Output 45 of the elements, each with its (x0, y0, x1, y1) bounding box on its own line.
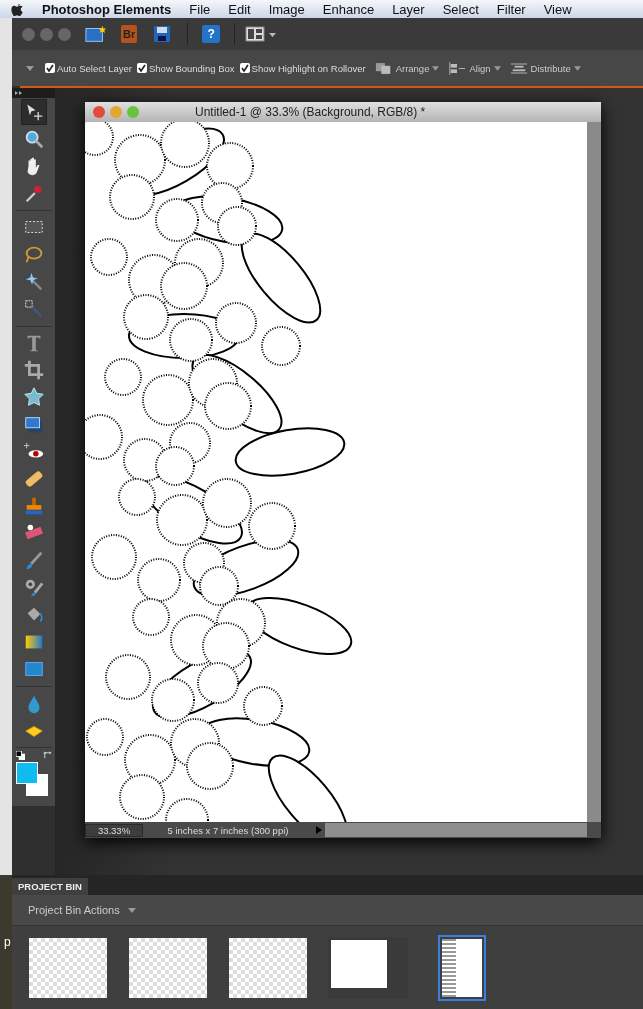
document-image-preview (442, 938, 482, 997)
layout-menu-icon[interactable] (245, 25, 278, 43)
menu-item[interactable]: View (543, 1, 572, 17)
caret-icon[interactable] (573, 65, 581, 71)
zoom-field[interactable]: 33.33% (85, 823, 143, 837)
apple-logo-icon[interactable] (10, 1, 24, 17)
option-checkbox[interactable]: Show Highlight on Rollover (239, 62, 366, 74)
menu-item[interactable]: Image (268, 1, 305, 17)
checkbox-icon[interactable] (45, 63, 55, 73)
close-button[interactable] (93, 106, 105, 118)
menu-item[interactable]: Enhance (322, 1, 375, 17)
options-menu-caret-icon[interactable] (26, 65, 34, 71)
caret-icon[interactable] (493, 65, 501, 71)
project-bin-tab[interactable]: PROJECT BIN (12, 878, 88, 895)
checkbox-icon[interactable] (137, 63, 147, 73)
options-dropdown[interactable]: Align (448, 61, 501, 75)
document-title: Untitled-1 @ 33.3% (Background, RGB/8) * (195, 105, 426, 119)
options-dropdown[interactable]: Arrange (374, 61, 440, 75)
app-name-menu[interactable]: Photoshop Elements (42, 1, 172, 17)
menu-item[interactable]: Layer (392, 1, 425, 17)
desktop-icon-label: p (4, 935, 11, 949)
collapse-panel-icon[interactable] (15, 91, 23, 95)
align-icon[interactable] (448, 61, 467, 75)
menu-item[interactable]: Filter (496, 1, 526, 17)
checkbox-icon[interactable] (239, 63, 250, 73)
new-file-icon[interactable] (85, 24, 107, 44)
foreground-color-swatch[interactable] (15, 762, 38, 785)
image-thumbnail[interactable] (438, 934, 486, 1001)
menu-item[interactable]: File (189, 1, 211, 17)
menu-item[interactable]: Edit (228, 1, 251, 17)
swap-colors-icon[interactable] (42, 751, 52, 761)
caret-icon[interactable] (432, 65, 440, 71)
menu-item[interactable]: Select (442, 1, 479, 17)
help-button[interactable]: ? (202, 25, 221, 43)
default-colors-icon[interactable] (15, 751, 25, 761)
caret-icon[interactable] (127, 907, 136, 913)
option-checkbox[interactable]: Show Bounding Box (137, 62, 235, 74)
vertical-scrollbar[interactable] (587, 122, 601, 822)
horizontal-scrollbar[interactable] (325, 823, 587, 837)
arrange-icon[interactable] (374, 61, 393, 75)
document-size-info: 5 inches x 7 inches (300 ppi) (166, 824, 290, 836)
project-bin-actions-menu[interactable]: Project Bin Actions (28, 904, 120, 916)
option-checkbox[interactable]: Auto Select Layer (45, 62, 132, 74)
options-dropdown[interactable]: Distribute (509, 61, 581, 75)
distribute-icon[interactable] (509, 61, 528, 75)
